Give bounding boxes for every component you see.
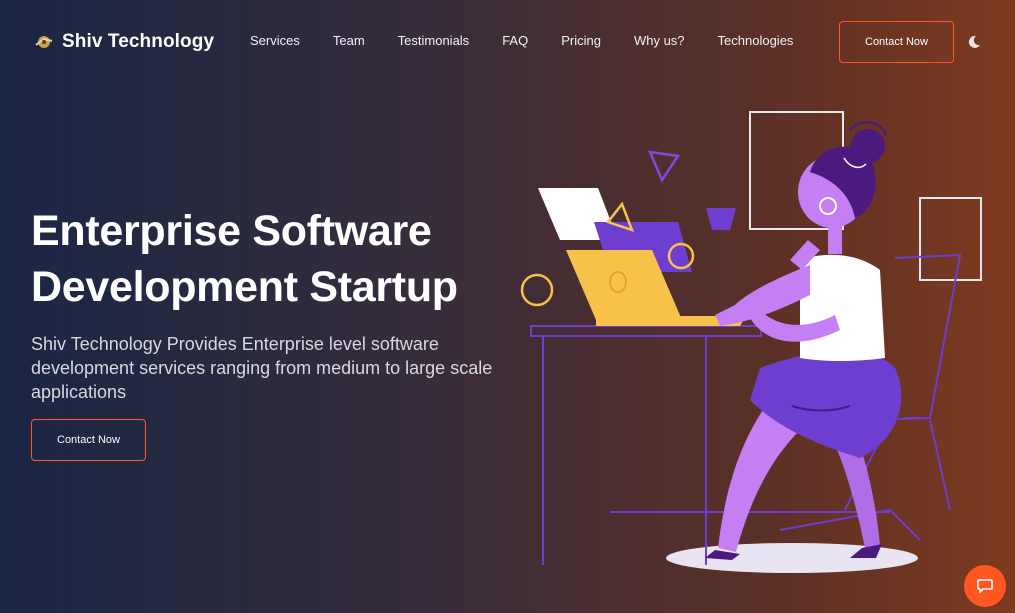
main-nav: Services Team Testimonials FAQ Pricing W… [250, 33, 826, 48]
woman-at-laptop-illustration [520, 111, 982, 573]
site-header: Shiv Technology Services Team Testimonia… [0, 0, 1015, 84]
nav-item-services[interactable]: Services [250, 33, 300, 48]
chat-button[interactable] [964, 565, 1006, 607]
hero-title-line1: Enterprise Software [31, 207, 432, 255]
brand-name: Shiv Technology [62, 31, 215, 52]
globe-icon [35, 36, 53, 48]
hero-title: Enterprise Software Development Startup [31, 203, 511, 315]
nav-item-why-us[interactable]: Why us? [634, 33, 685, 48]
nav-item-team[interactable]: Team [333, 33, 365, 48]
nav-item-testimonials[interactable]: Testimonials [398, 33, 470, 48]
header-contact-button[interactable]: Contact Now [839, 21, 954, 63]
hero-subtitle: Shiv Technology Provides Enterprise leve… [31, 334, 493, 402]
logo[interactable]: Shiv Technology [34, 30, 214, 54]
hero-contact-button[interactable]: Contact Now [31, 419, 146, 461]
chat-icon [977, 579, 993, 594]
nav-item-pricing[interactable]: Pricing [561, 33, 601, 48]
nav-item-technologies[interactable]: Technologies [718, 33, 794, 48]
hero-title-line2: Development Startup [31, 263, 458, 311]
moon-icon[interactable] [966, 34, 982, 50]
nav-item-faq[interactable]: FAQ [502, 33, 528, 48]
